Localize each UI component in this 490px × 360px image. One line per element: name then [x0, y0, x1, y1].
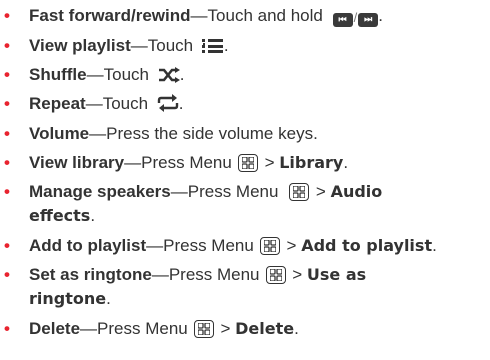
item-text: Press Menu [187, 182, 279, 201]
rewind-icon: ⏮ [332, 13, 353, 27]
item-text: Press Menu [163, 236, 254, 255]
menu-key-icon [259, 237, 280, 255]
bullet-icon: • [4, 124, 10, 143]
item-term: Add to playlist [29, 236, 147, 255]
item-term: Fast forward/rewind [29, 6, 191, 25]
item-term: Manage speakers [29, 182, 171, 201]
item-text: Press Menu [97, 319, 188, 338]
bullet-icon: • [4, 36, 10, 55]
forward-icon: ⏭ [358, 13, 379, 27]
bullet-icon: • [4, 153, 10, 172]
menu-target: Library [279, 153, 344, 172]
item-term: Volume [29, 124, 90, 143]
item-text: Touch and hold [207, 6, 323, 25]
menu-target: effects [29, 206, 91, 225]
menu-target: Delete [235, 319, 295, 338]
menu-target: ringtone [29, 289, 107, 308]
menu-key-icon [265, 266, 286, 284]
item-text: Touch [147, 36, 194, 55]
menu-key-icon [237, 154, 258, 172]
item-term: Set as ringtone [29, 265, 152, 284]
item-text: Press the side volume keys. [106, 124, 318, 143]
bullet-icon: • [4, 236, 10, 255]
menu-target: Add to playlist [301, 236, 433, 255]
shuffle-icon [158, 67, 180, 89]
bullet-icon: • [4, 6, 10, 25]
bullet-icon: • [4, 94, 10, 113]
item-term: Repeat [29, 94, 86, 113]
bullet-icon: • [4, 65, 10, 84]
item-text: Press Menu [168, 265, 260, 284]
menu-target: Audio [330, 182, 383, 201]
item-term: Delete [29, 319, 81, 338]
item-term: View playlist [29, 36, 131, 55]
item-term: Shuffle [29, 65, 87, 84]
menu-key-icon [193, 320, 214, 338]
playlist-icon [201, 38, 224, 60]
menu-target: Use as [306, 265, 367, 284]
bullet-icon: • [4, 182, 10, 201]
bullet-icon: • [4, 319, 10, 338]
item-text: Press Menu [141, 153, 232, 172]
repeat-icon [157, 94, 179, 118]
bullet-icon: • [4, 265, 10, 284]
item-text: Touch [102, 94, 149, 113]
rewind-forward-buttons-icon: ⏮ / ⏭ [332, 6, 379, 29]
item-text: Touch [103, 65, 149, 84]
menu-key-icon [289, 183, 310, 201]
item-term: View library [29, 153, 125, 172]
